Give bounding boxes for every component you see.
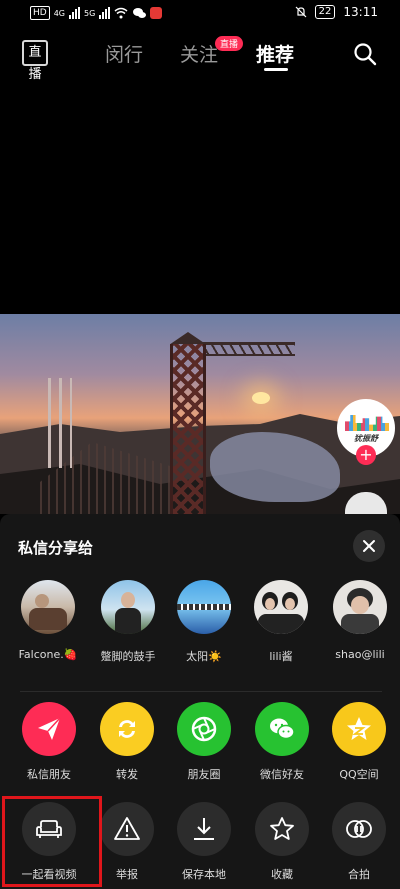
friend-avatar (21, 580, 75, 634)
network-type-2: 5G (84, 8, 96, 18)
app-label: 私信朋友 (27, 768, 71, 781)
share-moments-button[interactable]: 朋友圈 (166, 702, 242, 782)
avatar-caption: 犹振舒 (354, 434, 378, 443)
close-button[interactable] (353, 530, 385, 562)
app-circle (177, 702, 231, 756)
friend-item[interactable]: 太阳☀️ (171, 580, 237, 664)
highlight-annotation-box (2, 796, 102, 887)
tower-arm (200, 342, 295, 356)
tower (170, 344, 206, 514)
duet-button[interactable]: 合拍 (321, 802, 397, 882)
live-badge: 直播 (215, 36, 244, 51)
active-tab-indicator (264, 68, 288, 71)
app-notification-icon (150, 7, 163, 19)
friend-item[interactable]: Falcone.🍓 (15, 580, 81, 661)
action-circle (177, 802, 231, 856)
top-nav: 直播 闵行 关注 直播 推荐 (0, 30, 400, 82)
live-tv-icon[interactable]: 直播 (22, 40, 48, 82)
network-type-1: 4G (53, 8, 65, 18)
friend-avatar (254, 580, 308, 634)
friend-item[interactable]: lili酱 (248, 580, 314, 664)
app-circle (100, 702, 154, 756)
friend-name: 蹩脚的鼓手 (100, 650, 156, 663)
friend-name: lili酱 (269, 650, 293, 663)
duet-icon (346, 820, 372, 838)
follow-button[interactable]: + (356, 445, 376, 465)
clock: 13:11 (343, 5, 378, 19)
signal-icon (69, 7, 80, 19)
warning-icon (114, 817, 140, 840)
wifi-icon (114, 7, 128, 19)
chat-app-icon (133, 8, 147, 18)
download-icon (194, 818, 214, 840)
action-circle (255, 802, 309, 856)
share-qzone-button[interactable]: QQ空间 (321, 702, 397, 782)
star-icon (270, 817, 294, 840)
favorite-button[interactable]: 收藏 (244, 802, 320, 882)
coaster-pillars (48, 378, 72, 468)
app-circle (22, 702, 76, 756)
app-label: 转发 (116, 768, 138, 781)
wechat-icon (270, 718, 295, 740)
repost-button[interactable]: 转发 (89, 702, 165, 782)
signal-icon-2 (99, 7, 111, 19)
friend-avatar (177, 580, 231, 634)
app-label: 朋友圈 (187, 768, 221, 781)
avatar-logo (345, 415, 389, 431)
qzone-icon (347, 717, 371, 740)
action-circle (332, 802, 386, 856)
close-icon (363, 540, 375, 552)
search-icon[interactable] (353, 42, 377, 66)
save-local-button[interactable]: 保存本地 (166, 802, 242, 882)
friend-item[interactable]: shao@lili (327, 580, 393, 661)
mute-icon (295, 6, 307, 18)
share-sheet-title: 私信分享给 (18, 539, 94, 557)
repost-icon (119, 720, 135, 738)
status-bar: HD 4G 5G 22 13:11 (0, 0, 400, 28)
share-wechat-button[interactable]: 微信好友 (244, 702, 320, 782)
app-label: QQ空间 (339, 768, 379, 781)
app-label: 微信好友 (260, 768, 304, 781)
app-circle (255, 702, 309, 756)
hd-indicator: HD (30, 6, 50, 20)
friend-avatar (101, 580, 155, 634)
divider (20, 691, 382, 692)
action-label: 保存本地 (182, 868, 226, 881)
friend-avatar (333, 580, 387, 634)
share-dm-friend-button[interactable]: 私信朋友 (11, 702, 87, 782)
action-label: 收藏 (271, 868, 293, 881)
app-circle (332, 702, 386, 756)
tab-following[interactable]: 关注 (180, 40, 218, 67)
friend-name: shao@lili (335, 648, 385, 661)
battery-icon: 22 (314, 5, 336, 19)
tab-local[interactable]: 闵行 (105, 40, 143, 67)
moments-icon (191, 716, 217, 742)
action-circle (100, 802, 154, 856)
action-label: 合拍 (348, 868, 370, 881)
friend-name: Falcone.🍓 (18, 648, 78, 661)
send-icon (38, 717, 61, 740)
friend-item[interactable]: 蹩脚的鼓手 (95, 580, 161, 664)
tab-recommended[interactable]: 推荐 (256, 40, 294, 67)
friend-name: 太阳☀️ (186, 650, 222, 663)
